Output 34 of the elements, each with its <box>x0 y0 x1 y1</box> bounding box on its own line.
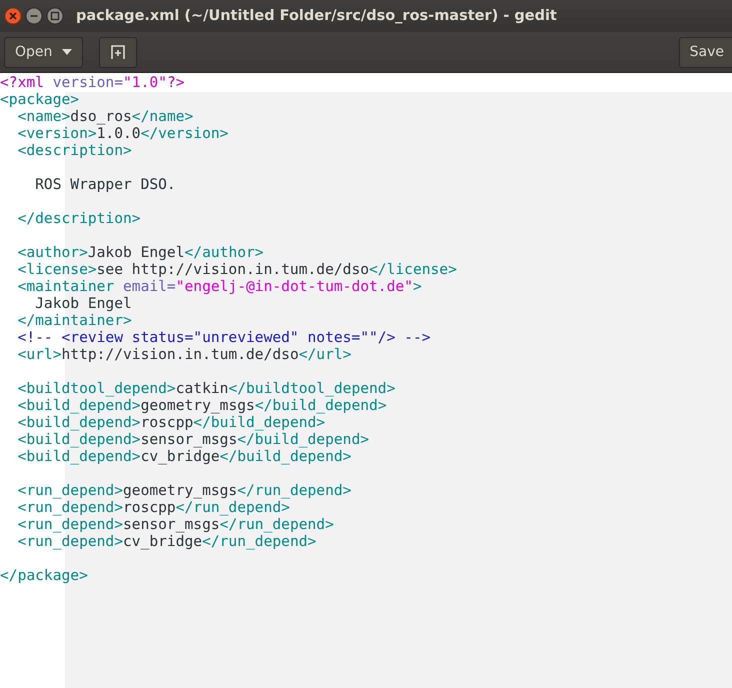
window-title: package.xml (~/Untitled Folder/src/dso_ros-master) - gedit <box>76 8 557 24</box>
code-line: ROS Wrapper DSO. <box>34 176 176 193</box>
code-line: <build_depend>geometry_msgs</build_depend> <box>18 397 387 414</box>
text-editor[interactable] <box>0 73 732 688</box>
code-line: <run_depend>sensor_msgs</run_depend> <box>18 516 334 533</box>
code-line: <build_depend>roscpp</build_depend> <box>18 414 326 431</box>
code-line: <run_depend>geometry_msgs</run_depend> <box>18 482 352 499</box>
new-tab-button[interactable] <box>99 36 138 68</box>
save-button[interactable]: Save <box>678 36 732 68</box>
close-icon[interactable] <box>4 7 22 25</box>
code-line: <package> <box>0 91 80 108</box>
maximize-icon[interactable] <box>46 7 64 25</box>
code-line: <?xml version="1.0"?> <box>0 74 185 91</box>
code-line: <build_depend>cv_bridge</build_depend> <box>18 448 352 465</box>
minimize-icon[interactable] <box>25 7 43 25</box>
code-line: <maintainer email="engelj-@in-dot-tum-dot.de"> <box>18 278 422 295</box>
code-line: <run_depend>cv_bridge</run_depend> <box>18 533 316 550</box>
code-line: <build_depend>sensor_msgs</build_depend> <box>18 431 370 448</box>
code-line: </description> <box>18 210 141 227</box>
code-line: <license>see http://vision.in.tum.de/dso</license> <box>18 261 457 278</box>
open-button[interactable]: Open <box>4 36 84 68</box>
code-line: <buildtool_depend>catkin</buildtool_depend> <box>18 380 396 397</box>
code-line: <!-- <review status="unreviewed" notes=""/> --> <box>18 329 431 346</box>
code-line: <run_depend>roscpp</run_depend> <box>18 499 290 516</box>
code-line: </maintainer> <box>18 312 132 329</box>
code-line: <name>dso_ros</name> <box>18 108 194 125</box>
code-line: <url>http://vision.in.tum.de/dso</url> <box>18 346 352 363</box>
code-line: </package> <box>0 567 88 584</box>
code-line: <version>1.0.0</version> <box>18 125 228 142</box>
code-line: <description> <box>18 142 132 159</box>
caret-icon <box>62 49 72 55</box>
code-line: Jakob Engel <box>34 295 132 312</box>
new-document-icon <box>110 44 126 60</box>
code-line: <author>Jakob Engel</author> <box>18 244 264 261</box>
